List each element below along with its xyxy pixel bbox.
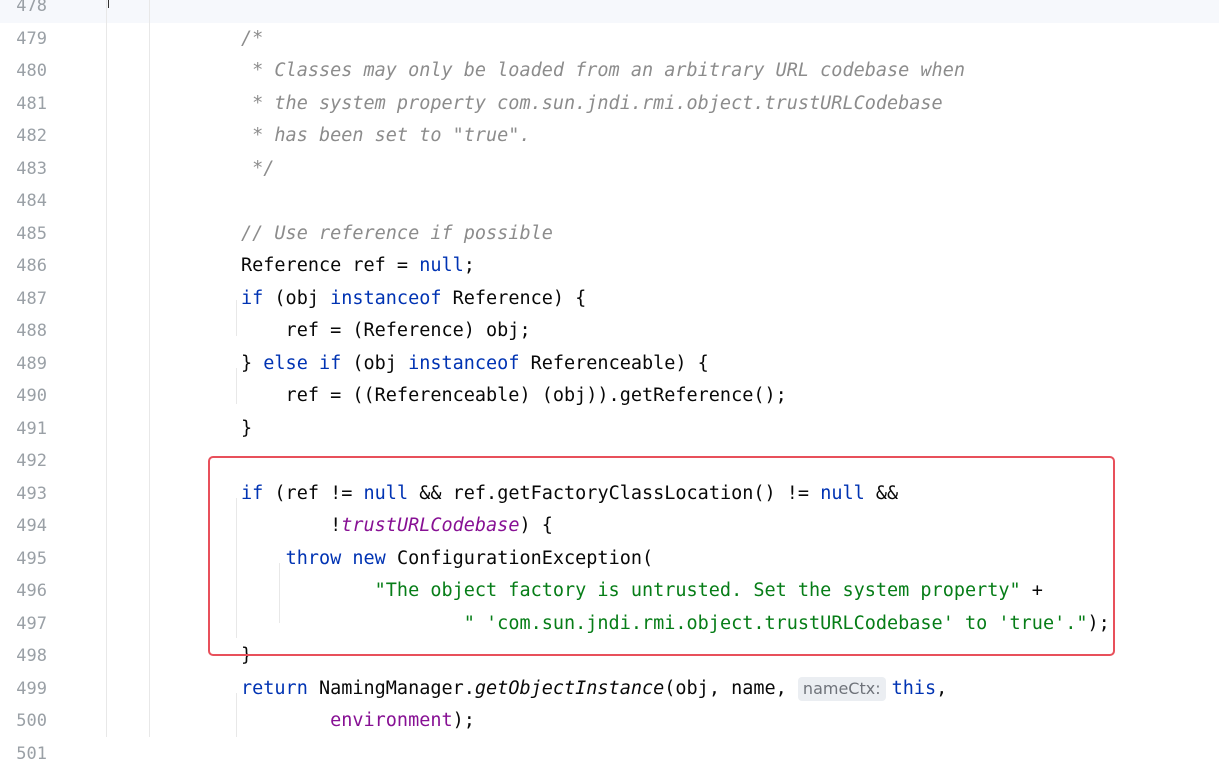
code-line[interactable]: 490 ref = ((Referenceable) (obj)).getRef…	[0, 380, 1219, 413]
code-line[interactable]: 491}	[0, 413, 1219, 446]
line-number[interactable]: 478	[0, 0, 47, 23]
indent-guide	[149, 0, 150, 737]
line-number[interactable]: 487	[0, 283, 47, 316]
code-text[interactable]: * has been set to "true".	[241, 120, 531, 153]
code-text[interactable]: if (obj instanceof Reference) {	[241, 283, 586, 316]
line-number[interactable]: 490	[0, 380, 47, 413]
code-text[interactable]: throw new ConfigurationException(	[241, 543, 653, 576]
line-number[interactable]: 500	[0, 705, 47, 738]
line-number[interactable]: 498	[0, 640, 47, 673]
code-text[interactable]: !trustURLCodebase) {	[241, 510, 553, 543]
code-text[interactable]: // Use reference if possible	[241, 218, 553, 251]
code-text[interactable]: * Classes may only be loaded from an arb…	[241, 55, 965, 88]
code-line[interactable]: 483 */	[0, 153, 1219, 186]
code-line[interactable]: 487 if (obj instanceof Reference) {	[0, 283, 1219, 316]
code-line[interactable]: 498}	[0, 640, 1219, 673]
code-line[interactable]: 485 // Use reference if possible	[0, 218, 1219, 251]
line-number[interactable]: 501	[0, 738, 47, 770]
code-text[interactable]: }	[241, 413, 252, 446]
code-text[interactable]: environment);	[241, 705, 475, 738]
parameter-hint: nameCtx:	[798, 677, 886, 701]
code-text[interactable]: */	[241, 153, 274, 186]
code-line[interactable]: 479 /*	[0, 23, 1219, 56]
code-line[interactable]: 499 return NamingManager.getObjectInstanc…	[0, 673, 1219, 706]
indent-guide	[236, 368, 237, 404]
line-number[interactable]: 488	[0, 315, 47, 348]
code-text[interactable]: ref = ((Referenceable) (obj)).getReferen…	[241, 380, 787, 413]
line-number[interactable]: 484	[0, 185, 47, 218]
code-text[interactable]: ref = (Reference) obj;	[241, 315, 531, 348]
line-number[interactable]: 497	[0, 608, 47, 641]
line-number[interactable]: 495	[0, 543, 47, 576]
line-number[interactable]: 493	[0, 478, 47, 511]
code-line[interactable]: 478	[0, 0, 1219, 23]
code-line[interactable]: 486 Reference ref = null;	[0, 250, 1219, 283]
code-line[interactable]: 495 throw new ConfigurationException(	[0, 543, 1219, 576]
code-line[interactable]: 484	[0, 185, 1219, 218]
code-line[interactable]: 488 ref = (Reference) obj;	[0, 315, 1219, 348]
code-line[interactable]: 482 * has been set to "true".	[0, 120, 1219, 153]
line-number[interactable]: 489	[0, 348, 47, 381]
code-line[interactable]: 500 environment);	[0, 705, 1219, 738]
line-number[interactable]: 483	[0, 153, 47, 186]
code-text[interactable]: } else if (obj instanceof Referenceable)…	[241, 348, 709, 381]
line-number[interactable]: 481	[0, 88, 47, 121]
code-text[interactable]: }	[241, 640, 252, 673]
code-text[interactable]: /*	[241, 23, 263, 56]
indent-guide	[236, 300, 237, 336]
indent-guide	[279, 563, 280, 623]
line-number[interactable]: 496	[0, 575, 47, 608]
code-line[interactable]: 492	[0, 445, 1219, 478]
line-number[interactable]: 485	[0, 218, 47, 251]
text-caret	[108, 0, 109, 8]
code-text[interactable]: * the system property com.sun.jndi.rmi.o…	[241, 88, 943, 121]
code-text[interactable]: Reference ref = null;	[241, 250, 475, 283]
indent-guide	[236, 498, 237, 638]
code-line[interactable]: 494 !trustURLCodebase) {	[0, 510, 1219, 543]
code-line[interactable]: 501	[0, 738, 1219, 770]
code-editor[interactable]: 478479/*480 * Classes may only be loaded…	[0, 0, 1219, 770]
code-line[interactable]: 489 } else if (obj instanceof Referenceab…	[0, 348, 1219, 381]
line-number[interactable]: 492	[0, 445, 47, 478]
indent-guide	[236, 693, 237, 737]
line-number[interactable]: 480	[0, 55, 47, 88]
code-text[interactable]: return NamingManager.getObjectInstance(o…	[241, 673, 947, 706]
indent-guide	[106, 0, 107, 737]
code-text[interactable]: "The object factory is untrusted. Set th…	[241, 575, 1043, 608]
line-number[interactable]: 482	[0, 120, 47, 153]
code-line[interactable]: 480 * Classes may only be loaded from an…	[0, 55, 1219, 88]
code-line[interactable]: 493 if (ref != null && ref.getFactoryClas…	[0, 478, 1219, 511]
code-text[interactable]: " 'com.sun.jndi.rmi.object.trustURLCodeb…	[241, 608, 1110, 641]
code-line[interactable]: 497 " 'com.sun.jndi.rmi.object.trustURLC…	[0, 608, 1219, 641]
code-line[interactable]: 481 * the system property com.sun.jndi.r…	[0, 88, 1219, 121]
line-number[interactable]: 479	[0, 23, 47, 56]
line-number[interactable]: 494	[0, 510, 47, 543]
line-number[interactable]: 491	[0, 413, 47, 446]
line-number[interactable]: 499	[0, 673, 47, 706]
line-number[interactable]: 486	[0, 250, 47, 283]
code-text[interactable]: if (ref != null && ref.getFactoryClassLo…	[241, 478, 898, 511]
code-line[interactable]: 496 "The object factory is untrusted. Se…	[0, 575, 1219, 608]
